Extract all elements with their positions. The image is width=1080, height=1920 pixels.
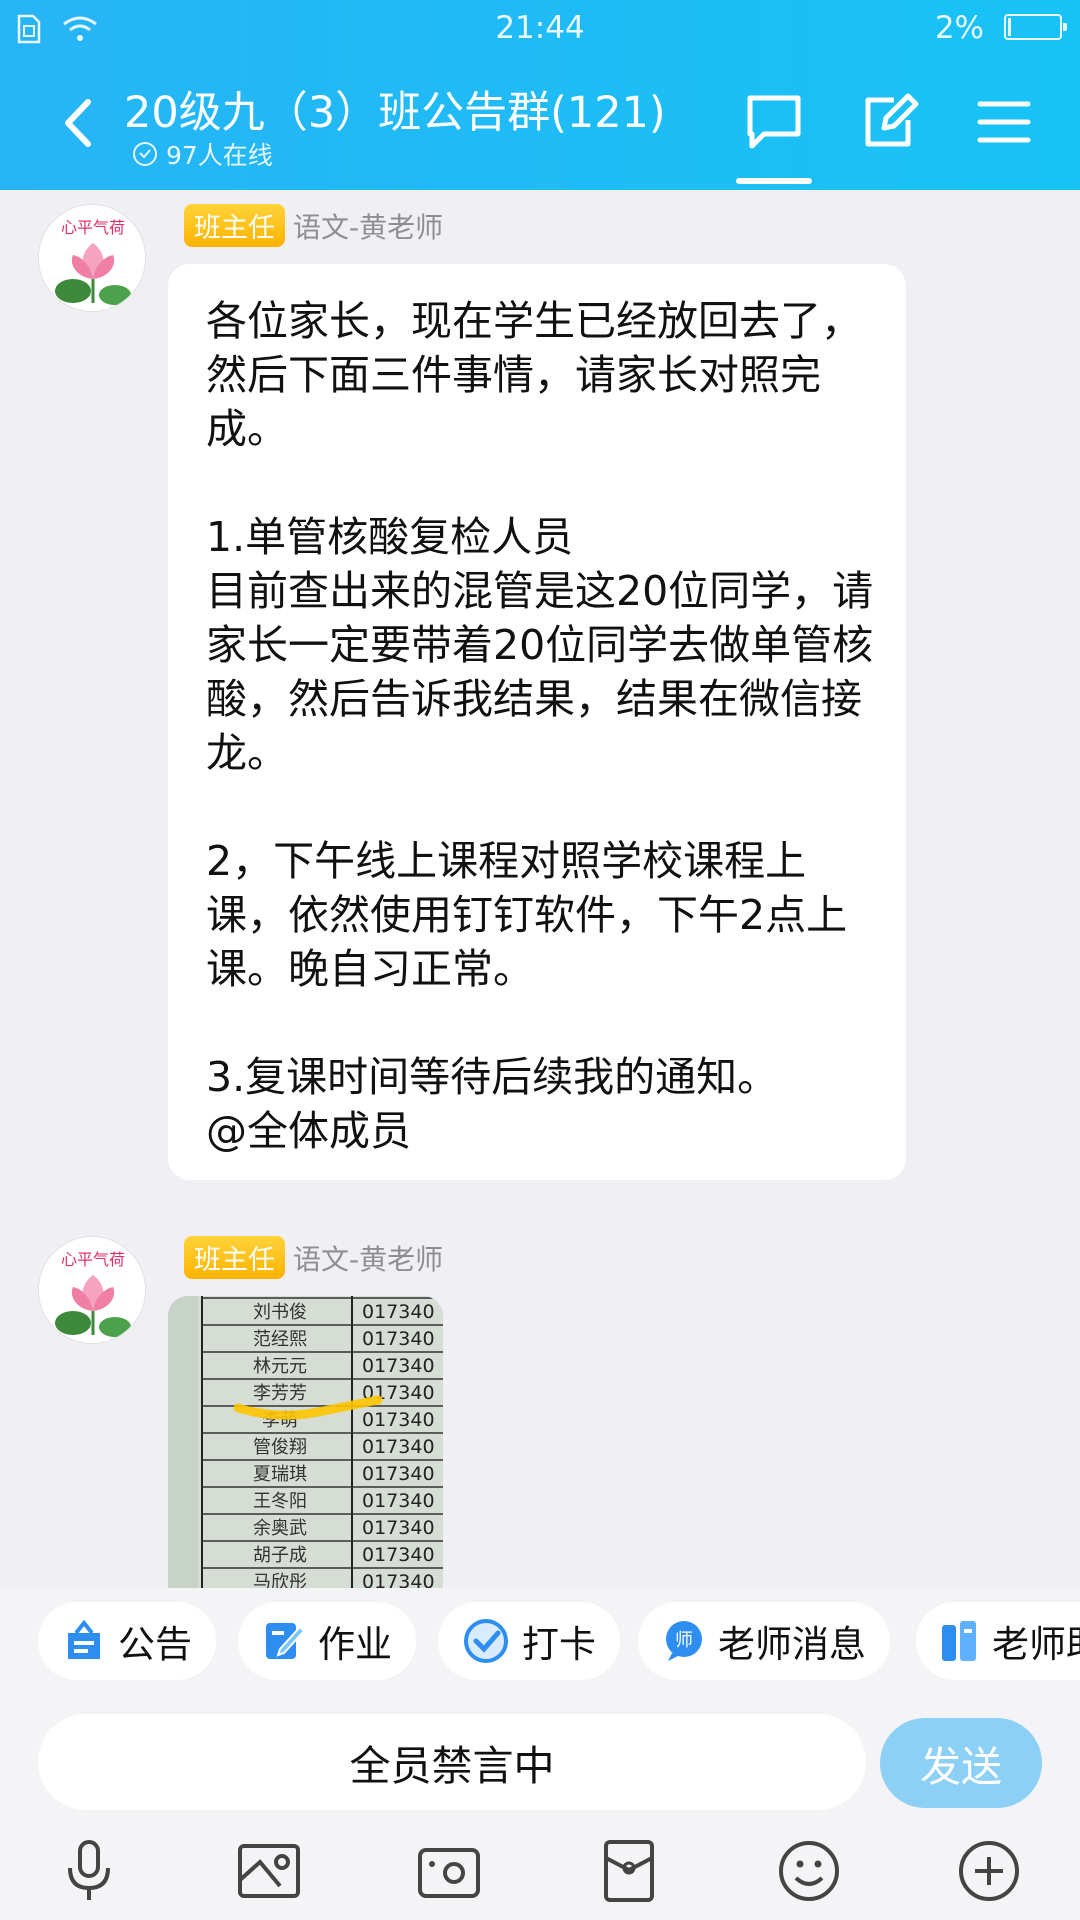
- sender-line: 班主任 语文-黄老师: [184, 1236, 443, 1279]
- message-list[interactable]: 心平气荷 班主任 语文-黄老师 各位家长，现在学生已经放回去了，然后下面三件事情…: [0, 190, 1080, 1588]
- active-tab-indicator: [736, 178, 812, 184]
- teacher-message-button[interactable]: 师 老师消息: [638, 1602, 890, 1680]
- edit-button[interactable]: [858, 92, 922, 152]
- teacher-assistant-button[interactable]: 老师助: [916, 1602, 1080, 1680]
- quick-tools-bar[interactable]: 公告 作业 打卡 师 老师消息 老师助: [0, 1588, 1080, 1708]
- roster-name: 管俊翔: [253, 1437, 307, 1458]
- checkin-button[interactable]: 打卡: [438, 1602, 620, 1680]
- lotus-avatar-icon: 心平气荷: [39, 205, 145, 311]
- roster-name: 余奥武: [253, 1518, 307, 1539]
- chat-icon: [747, 95, 801, 149]
- top-bar: 21:44 2% 20级九（3）班公告群(121) 97人在线: [0, 0, 1080, 190]
- roster-id: 017340: [362, 1490, 435, 1512]
- sender-line: 班主任 语文-黄老师: [184, 204, 443, 247]
- image-message[interactable]: 刘书俊 017340 范经熙 017340 林元元 017340 李芳芳 017340 李萌 01…: [168, 1296, 443, 1588]
- lotus-avatar-icon: 心平气荷: [39, 1237, 145, 1343]
- avatar[interactable]: 心平气荷: [38, 204, 146, 312]
- homework-icon: [266, 1623, 306, 1659]
- roster-id: 017340: [362, 1436, 435, 1458]
- sender-name: 语文-黄老师: [293, 210, 444, 244]
- voice-button[interactable]: [54, 1836, 124, 1906]
- checkin-icon: [464, 1619, 508, 1663]
- mailbox-icon: [604, 1840, 654, 1902]
- homework-button[interactable]: 作业: [238, 1602, 416, 1680]
- announcement-button[interactable]: 公告: [38, 1602, 216, 1680]
- chat-tab-button[interactable]: [742, 92, 806, 152]
- roster-photo: 刘书俊 017340范经熙 017340林元元 017340李芳芳 017340李萌 01…: [168, 1296, 443, 1588]
- camera-icon: [418, 1848, 480, 1898]
- clock: 21:44: [495, 10, 585, 46]
- teacher-assistant-icon: [942, 1621, 976, 1661]
- emoji-button[interactable]: [774, 1836, 844, 1906]
- roster-name: 刘书俊: [253, 1302, 307, 1323]
- roster-id: 017340: [362, 1355, 435, 1377]
- roster-name: 夏瑞琪: [253, 1464, 307, 1485]
- avatar-text: 心平气荷: [61, 218, 125, 237]
- roster-id: 017340: [362, 1463, 435, 1485]
- sender-name: 语文-黄老师: [293, 1242, 444, 1276]
- avatar[interactable]: 心平气荷: [38, 1236, 146, 1344]
- roster-name: 林元元: [253, 1356, 307, 1377]
- roster-name: 王冬阳: [253, 1491, 307, 1512]
- send-button[interactable]: 发送: [880, 1718, 1042, 1808]
- teacher-assistant-label: 老师助: [992, 1623, 1080, 1666]
- svg-text:师: 师: [675, 1630, 693, 1651]
- roster-id: 017340: [362, 1571, 435, 1588]
- roster-id: 017340: [362, 1409, 435, 1431]
- homework-label: 作业: [318, 1623, 392, 1666]
- message-text: 各位家长，现在学生已经放回去了，然后下面三件事情，请家长对照完成。 1.单管核酸…: [206, 297, 874, 1155]
- roster-id: 017340: [362, 1517, 435, 1539]
- role-badge: 班主任: [184, 1236, 285, 1279]
- roster-id: 017340: [362, 1544, 435, 1566]
- role-badge: 班主任: [184, 204, 285, 247]
- camera-button[interactable]: [414, 1836, 484, 1906]
- battery-icon: [1004, 14, 1067, 40]
- plus-icon: [959, 1841, 1019, 1901]
- online-count-label: 97人在线: [166, 141, 273, 170]
- roster-name: 范经熙: [253, 1329, 307, 1350]
- image-icon: [238, 1844, 300, 1898]
- online-count: 97人在线: [132, 136, 273, 172]
- edit-icon: [865, 93, 919, 147]
- battery-percent: 2%: [934, 10, 984, 46]
- bottom-toolbar: [0, 1820, 1080, 1920]
- announcement-icon: [68, 1619, 100, 1659]
- chevron-left-icon: [65, 99, 91, 147]
- menu-icon: [977, 101, 1031, 143]
- back-button[interactable]: [50, 88, 110, 158]
- microphone-icon: [68, 1840, 110, 1900]
- album-button[interactable]: [234, 1836, 304, 1906]
- roster-name: 李芳芳: [253, 1383, 307, 1404]
- message-bubble[interactable]: 各位家长，现在学生已经放回去了，然后下面三件事情，请家长对照完成。 1.单管核酸…: [168, 264, 906, 1180]
- status-bar: 21:44 2%: [0, 0, 1080, 58]
- roster-name: 胡子成: [253, 1545, 307, 1566]
- teacher-message-label: 老师消息: [718, 1623, 866, 1666]
- announcement-label: 公告: [118, 1623, 192, 1666]
- online-check-icon: [133, 142, 157, 166]
- roster-id: 017340: [362, 1301, 435, 1323]
- more-button[interactable]: [954, 1836, 1024, 1906]
- roster-id: 017340: [362, 1328, 435, 1350]
- menu-button[interactable]: [972, 92, 1036, 152]
- checkin-label: 打卡: [522, 1623, 596, 1666]
- group-title: 20级九（3）班公告群(121): [124, 88, 666, 138]
- avatar-text: 心平气荷: [61, 1250, 125, 1269]
- teacher-message-icon: 师: [666, 1621, 702, 1661]
- roster-name: 马欣彤: [253, 1572, 307, 1588]
- emoji-icon: [779, 1841, 839, 1901]
- message-input[interactable]: 全员禁言中: [38, 1714, 866, 1810]
- input-row: 全员禁言中 发送: [0, 1708, 1080, 1820]
- hongbao-button[interactable]: [594, 1836, 664, 1906]
